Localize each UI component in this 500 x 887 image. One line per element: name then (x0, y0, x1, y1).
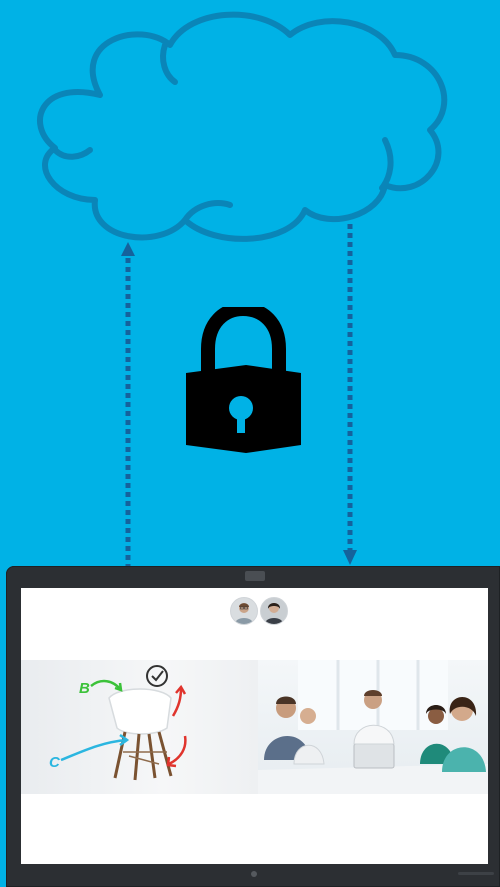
avatar[interactable] (260, 597, 288, 625)
video-device: B C (6, 566, 500, 887)
camera-icon (245, 571, 265, 581)
lock-icon (186, 307, 301, 453)
meeting-people-image (258, 660, 488, 794)
device-indicator (458, 872, 494, 875)
home-button[interactable] (251, 871, 257, 877)
whiteboard-label-c: C (49, 754, 60, 771)
device-screen: B C (21, 588, 488, 864)
whiteboard-panel[interactable]: B C (21, 660, 258, 794)
arrow-down-icon (343, 224, 357, 565)
arrow-up-icon (121, 242, 135, 568)
person-avatar-icon (235, 603, 253, 624)
chair-sketch-image (60, 665, 187, 781)
person-avatar-icon (265, 603, 283, 624)
diagram-canvas: B C (0, 0, 500, 887)
video-meeting-panel[interactable] (258, 660, 488, 794)
avatar[interactable] (230, 597, 258, 625)
whiteboard-label-b: B (79, 680, 90, 697)
cloud-icon (37, 11, 448, 242)
